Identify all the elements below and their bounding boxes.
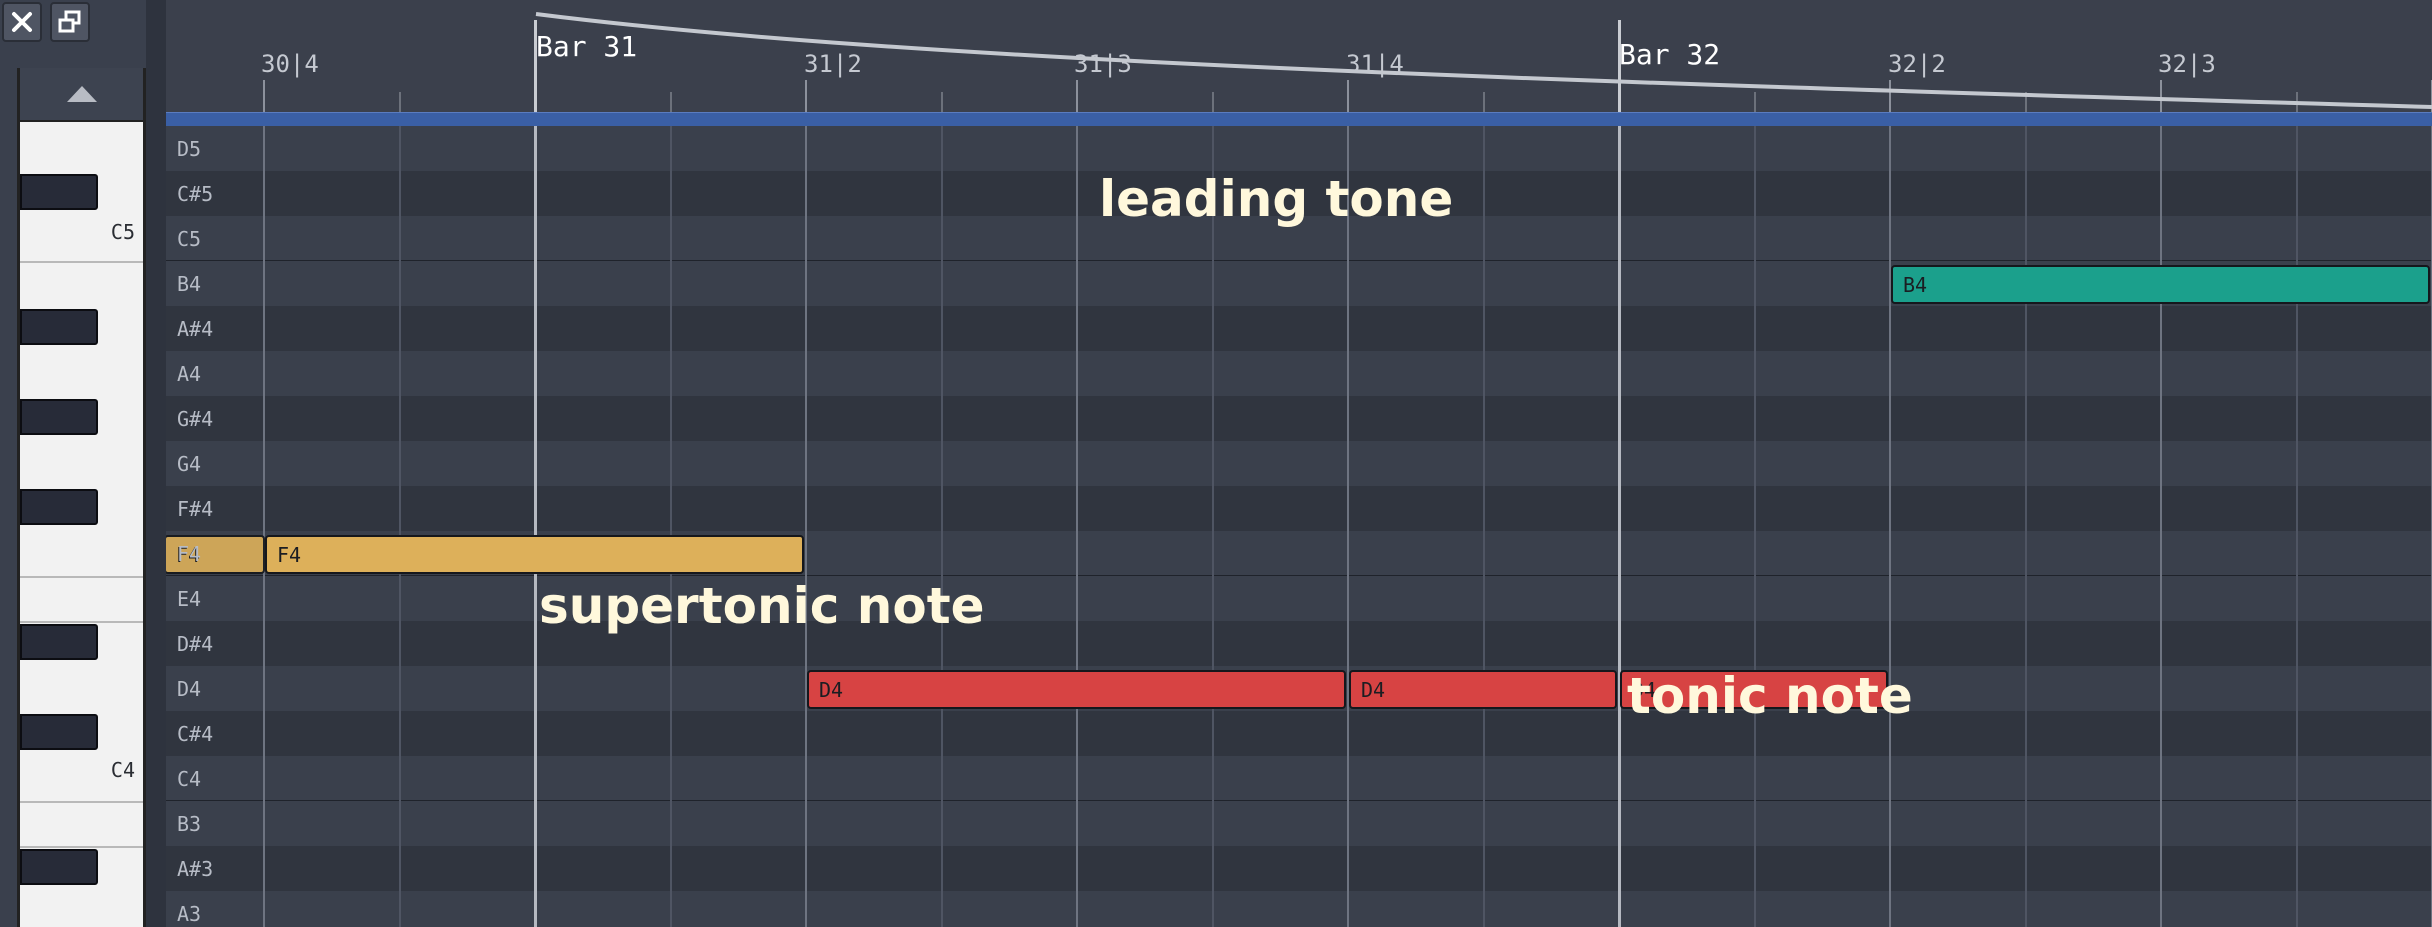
note-b4[interactable]: B4 [1891, 265, 2430, 304]
subdivision-line [940, 126, 943, 927]
pitch-label: D4 [177, 676, 202, 701]
pitch-label: C5 [177, 226, 202, 251]
pitch-label: B3 [177, 811, 202, 836]
annotation-supertonic-note: supertonic note [539, 577, 985, 635]
pitch-lane[interactable] [166, 351, 2432, 396]
pitch-label: C4 [177, 766, 202, 791]
white-key-separator [20, 846, 143, 848]
subdivision-line [398, 126, 401, 927]
pitch-label: A#3 [177, 856, 214, 881]
pitch-label: A#4 [177, 316, 214, 341]
beat-line [1347, 126, 1349, 927]
pitch-lane[interactable] [166, 756, 2432, 801]
black-key[interactable] [20, 488, 98, 525]
pitch-lane[interactable] [166, 486, 2432, 531]
pitch-lane[interactable] [166, 306, 2432, 351]
beat-line [1076, 126, 1078, 927]
white-key-separator [20, 576, 143, 578]
pitch-label: B4 [177, 271, 202, 296]
white-key-separator [20, 261, 143, 263]
pitch-lane[interactable] [166, 891, 2432, 927]
pitch-label: C#4 [177, 721, 214, 746]
black-key[interactable] [20, 398, 98, 435]
pitch-lane[interactable] [166, 621, 2432, 666]
beat-line [805, 126, 807, 927]
white-key-separator [20, 801, 143, 803]
piano-roll-editor: C5 C4 30|4 Bar 31 31|2 31|3 31|4 Bar 32 … [0, 0, 2432, 927]
pitch-label: D#4 [177, 631, 214, 656]
annotation-tonic-note: tonic note [1627, 667, 1913, 725]
pitch-lane[interactable] [166, 441, 2432, 486]
note-f4[interactable]: F4 [265, 535, 804, 574]
black-key[interactable] [20, 623, 98, 660]
pitch-lane[interactable] [166, 396, 2432, 441]
black-key[interactable] [20, 713, 98, 750]
pitch-label: E4 [177, 586, 202, 611]
subdivision-line [2024, 126, 2027, 927]
pitch-label: F4 [177, 541, 202, 566]
pitch-lane[interactable] [166, 801, 2432, 846]
black-key[interactable] [20, 308, 98, 345]
beat-line [1889, 126, 1891, 927]
pitch-label: C#5 [177, 181, 214, 206]
octave-label-c4: C4 [110, 758, 135, 782]
white-key-separator [20, 621, 143, 623]
pitch-label: D5 [177, 136, 202, 161]
subdivision-line [1753, 126, 1756, 927]
note-d4[interactable]: D4 [807, 670, 1346, 709]
pitch-label: F#4 [177, 496, 214, 521]
annotation-leading-tone: leading tone [1099, 170, 1454, 228]
octave-label-c5: C5 [110, 220, 135, 244]
subdivision-line [2295, 126, 2298, 927]
bar-line [1618, 126, 1621, 927]
pitch-label: G4 [177, 451, 202, 476]
pitch-lane[interactable] [166, 711, 2432, 756]
subdivision-line [669, 126, 672, 927]
note-grid[interactable]: D5 C#5 C5 B4 A#4 A4 G#4 G4 F#4 F4 E4 D#4 D4 C#4 C4 B3 A#… [166, 126, 2432, 927]
bar-line [534, 126, 537, 927]
subdivision-line [1482, 126, 1485, 927]
pitch-lane[interactable] [166, 576, 2432, 621]
note-d4[interactable]: D4 [1349, 670, 1617, 709]
pitch-label: A4 [177, 361, 202, 386]
pitch-lane[interactable] [166, 846, 2432, 891]
beat-line [263, 126, 265, 927]
black-key[interactable] [20, 848, 98, 885]
pitch-label: A3 [177, 901, 202, 926]
keyboard-gutter [146, 0, 166, 927]
tempo-automation-curve[interactable] [0, 0, 2432, 112]
piano-keyboard[interactable]: C5 C4 [17, 68, 146, 927]
pitch-label: G#4 [177, 406, 214, 431]
beat-line [2160, 126, 2162, 927]
subdivision-line [1211, 126, 1214, 927]
black-key[interactable] [20, 173, 98, 210]
pitch-lane[interactable] [166, 126, 2432, 171]
